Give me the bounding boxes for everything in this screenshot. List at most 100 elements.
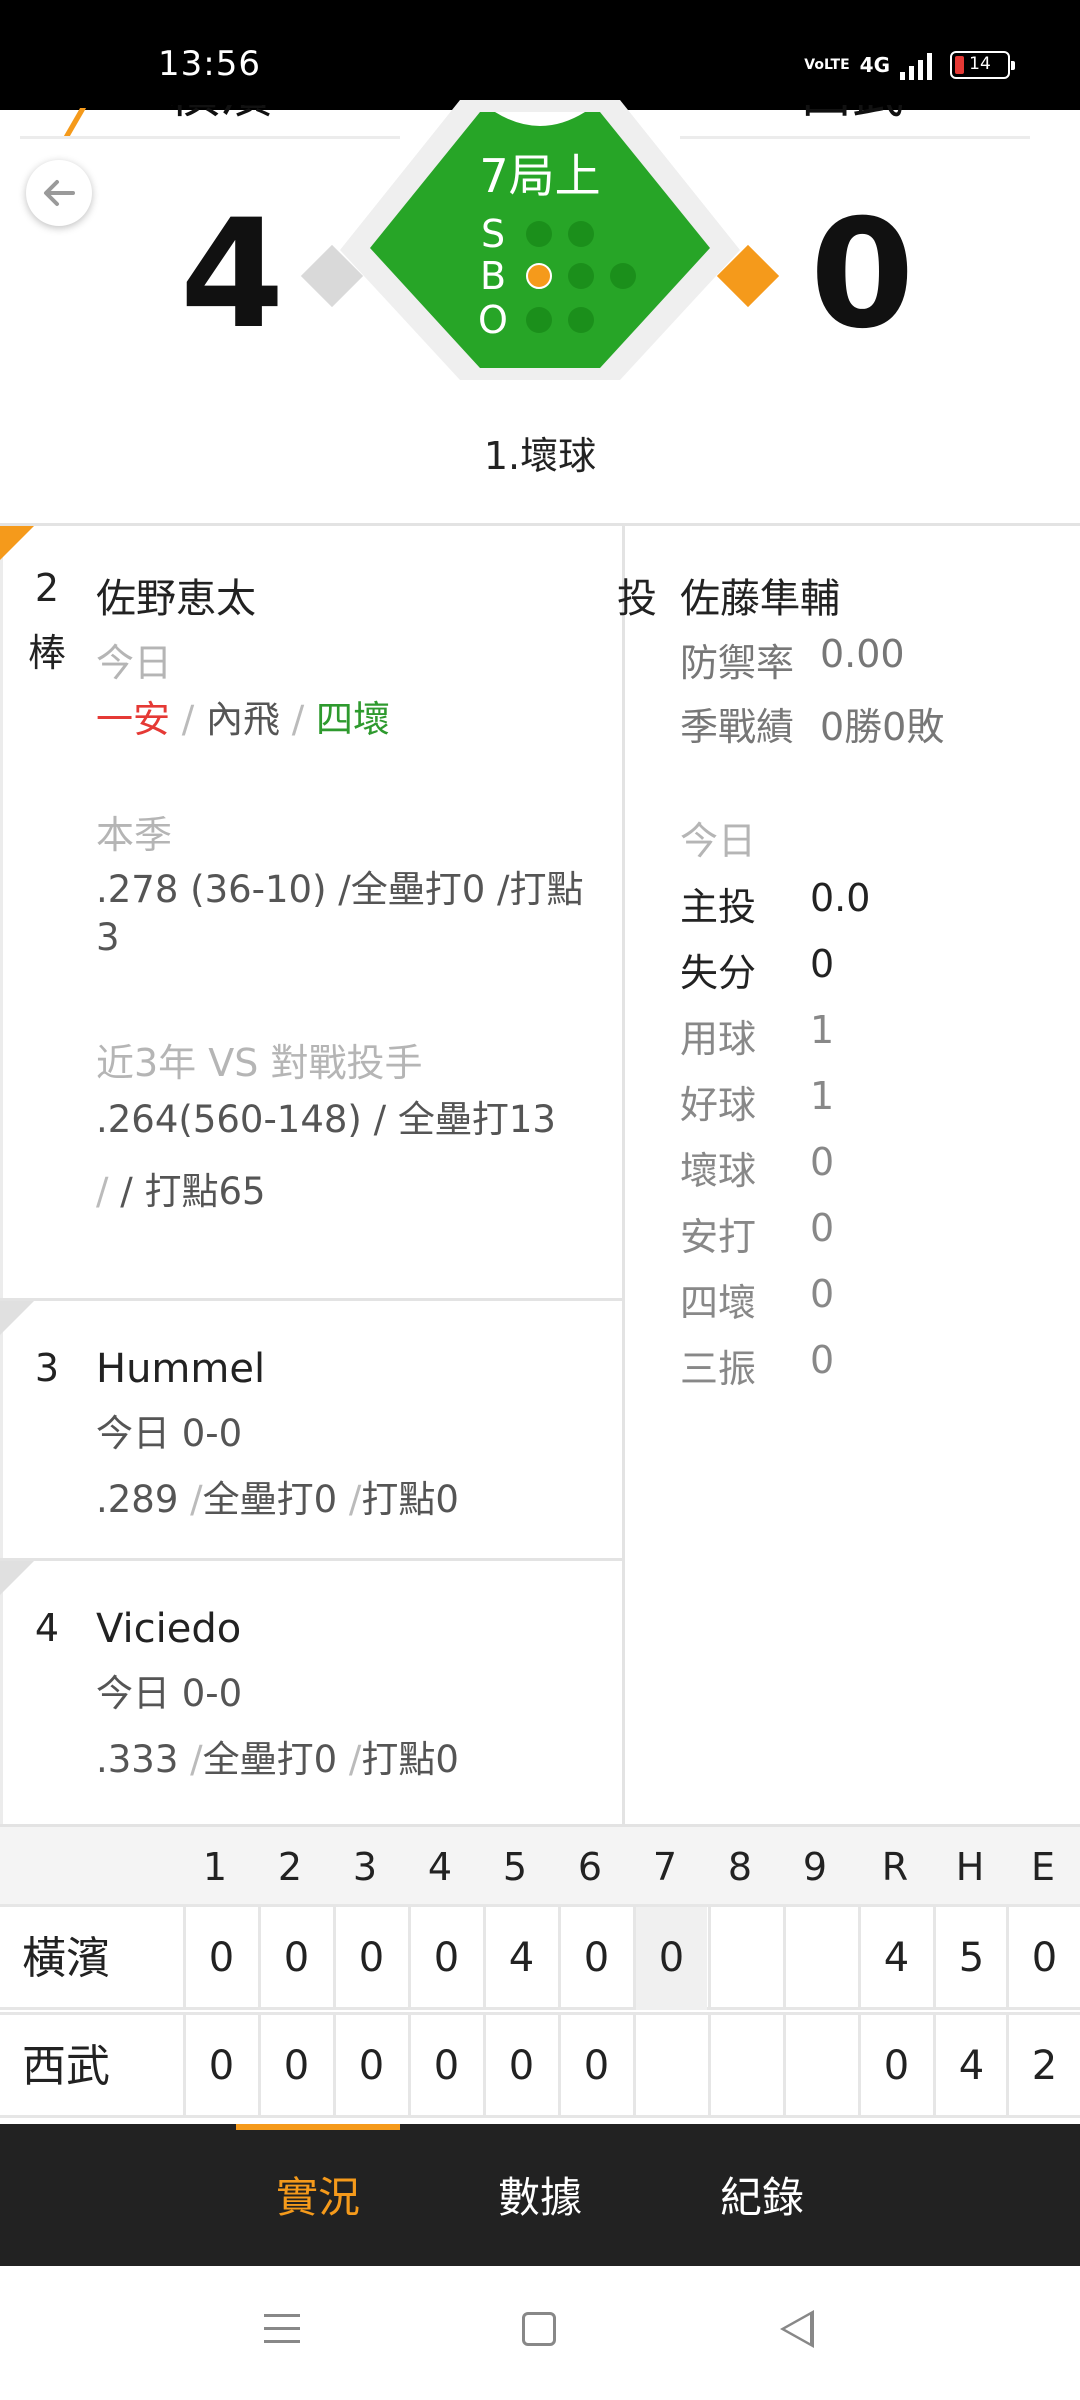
linescore-cell: 0 <box>558 2015 632 2118</box>
batting-order: 2 <box>34 566 60 610</box>
pitcher-stat-label: 三振 <box>680 1347 757 1391</box>
signal-icon <box>900 50 932 80</box>
strike-count: S <box>476 212 594 256</box>
back-button[interactable] <box>26 160 92 226</box>
out-dot <box>568 307 594 333</box>
linescore-cell <box>708 1907 782 2010</box>
away-score: 0 <box>810 188 915 362</box>
pitcher-stat-label: 安打 <box>680 1215 757 1259</box>
batting-order-suffix: 棒 <box>28 631 67 675</box>
arrow-left-icon <box>44 180 75 206</box>
pitcher-stat-value: 0 <box>810 1206 835 1250</box>
linescore-cell <box>783 2015 857 2118</box>
recent-apps-icon[interactable] <box>264 2314 300 2353</box>
pitcher-stat-label: 用球 <box>680 1017 757 1061</box>
linescore-cell: 0 <box>558 1907 632 2010</box>
batter-today-label: 今日 <box>96 641 173 685</box>
batter-season-stats: .278 (36-10) /全壘打0 /打點 <box>96 868 584 911</box>
pitcher-stat-value: 0 <box>810 1140 835 1184</box>
status-icons: VoLTE 4G 14 <box>804 50 1015 80</box>
inning-indicator: 7局上 <box>479 149 601 203</box>
inning-header: 1 <box>202 1845 228 1889</box>
inning-header: 9 <box>802 1845 828 1889</box>
linescore-errors: 2 <box>1006 2015 1080 2118</box>
battery-icon: 14 <box>950 51 1015 79</box>
linescore-row-home: 橫濱 0 0 0 0 4 0 0 4 5 0 <box>0 1904 1080 2010</box>
batter-name[interactable]: Viciedo <box>96 1606 241 1652</box>
strike-dot <box>526 221 552 247</box>
home-team-accent <box>31 108 87 136</box>
linescore-team: 橫濱 <box>22 1933 110 1984</box>
volte-icon: VoLTE <box>804 57 850 73</box>
linescore-runs: 0 <box>858 2015 932 2118</box>
tab-live[interactable]: 實況 <box>238 2124 398 2266</box>
pitcher-stat-label: 主投 <box>680 885 757 929</box>
pitcher-stat-value: 0 <box>810 1338 835 1382</box>
inning-header: 4 <box>427 1845 453 1889</box>
pitcher-stat-value: 1 <box>810 1074 835 1118</box>
home-icon[interactable] <box>522 2312 556 2346</box>
linescore-cell-current: 0 <box>633 1907 707 2010</box>
pitcher-stat-label: 四壞 <box>680 1281 757 1325</box>
pitcher-stat-label: 好球 <box>680 1083 757 1127</box>
current-batter-marker <box>0 526 34 560</box>
batter-vs-label: 近3年 VS 對戰投手 <box>96 1041 423 1085</box>
batter-season-stats: .289 /全壘打0 /打點0 <box>96 1478 459 1521</box>
linescore-cell <box>633 2015 707 2118</box>
batting-order: 3 <box>34 1346 60 1390</box>
pitcher-stat-value: 1 <box>810 1008 835 1052</box>
pitcher-name[interactable]: 佐藤隼輔 <box>680 566 840 624</box>
out-count: O <box>476 298 594 342</box>
panel-divider <box>622 526 625 1824</box>
ball-dot <box>610 263 636 289</box>
back-icon[interactable] <box>780 2310 814 2348</box>
linescore-team: 西武 <box>22 2041 110 2092</box>
battery-level: 14 <box>969 54 991 74</box>
ball-count: B <box>476 254 636 298</box>
errors-header: E <box>1030 1845 1055 1889</box>
linescore-cell: 0 <box>183 1907 257 2010</box>
linescore-cell <box>783 1907 857 2010</box>
bottom-tab-bar: 實況 數據 紀錄 <box>0 2124 1080 2266</box>
inning-header: 7 <box>652 1845 678 1889</box>
pitcher-stat-value: 0.0 <box>810 876 871 920</box>
linescore-cell: 0 <box>258 2015 332 2118</box>
status-bar: 13:56 VoLTE 4G 14 <box>0 0 1080 110</box>
home-team-name-top: 橫濱 <box>168 105 272 122</box>
tab-records[interactable]: 紀錄 <box>682 2124 842 2266</box>
batter-today: 今日 0-0 <box>96 1412 243 1455</box>
batter-today-results: 一安 / 內飛 / 四壞 <box>96 698 390 741</box>
batting-order: 4 <box>34 1606 60 1650</box>
system-nav-bar <box>0 2266 1080 2400</box>
panel-edge <box>0 526 3 1824</box>
linescore-cell <box>708 2015 782 2118</box>
linescore-errors: 0 <box>1006 1907 1080 2010</box>
hits-header: H <box>955 1845 985 1889</box>
linescore-hits: 5 <box>933 1907 1007 2010</box>
tab-stats[interactable]: 數據 <box>460 2124 620 2266</box>
home-score: 4 <box>180 188 285 362</box>
batter-season-stats: .333 /全壘打0 /打點0 <box>96 1738 459 1781</box>
batter-vs-stats: .264(560-148) / 全壘打13 <box>96 1098 556 1141</box>
panel-border <box>0 523 1080 526</box>
pitcher-stat-label: 壞球 <box>680 1149 757 1193</box>
linescore-cell: 0 <box>483 2015 557 2118</box>
batter-season-label: 本季 <box>96 813 173 857</box>
strike-dot <box>568 221 594 247</box>
batter-season-stats-cont: 3 <box>96 916 120 959</box>
ball-dot <box>526 263 552 289</box>
pitcher-role-label: 投 <box>617 576 657 622</box>
runs-header: R <box>881 1845 909 1889</box>
network-type-icon: 4G <box>859 53 890 77</box>
inning-header: 3 <box>352 1845 378 1889</box>
batter-name[interactable]: Hummel <box>96 1346 265 1392</box>
batter-name[interactable]: 佐野恵太 <box>96 566 256 624</box>
linescore-cell: 0 <box>258 1907 332 2010</box>
linescore-row-away: 西武 0 0 0 0 0 0 0 4 2 <box>0 2012 1080 2118</box>
batter-separator <box>0 1558 622 1561</box>
pitcher-today-label: 今日 <box>680 819 757 863</box>
pitcher-stat-value: 0 <box>810 1272 835 1316</box>
linescore-cell: 0 <box>333 1907 407 2010</box>
pitcher-stat-label: 失分 <box>680 951 757 995</box>
pitcher-era-label: 防禦率 <box>680 641 795 685</box>
